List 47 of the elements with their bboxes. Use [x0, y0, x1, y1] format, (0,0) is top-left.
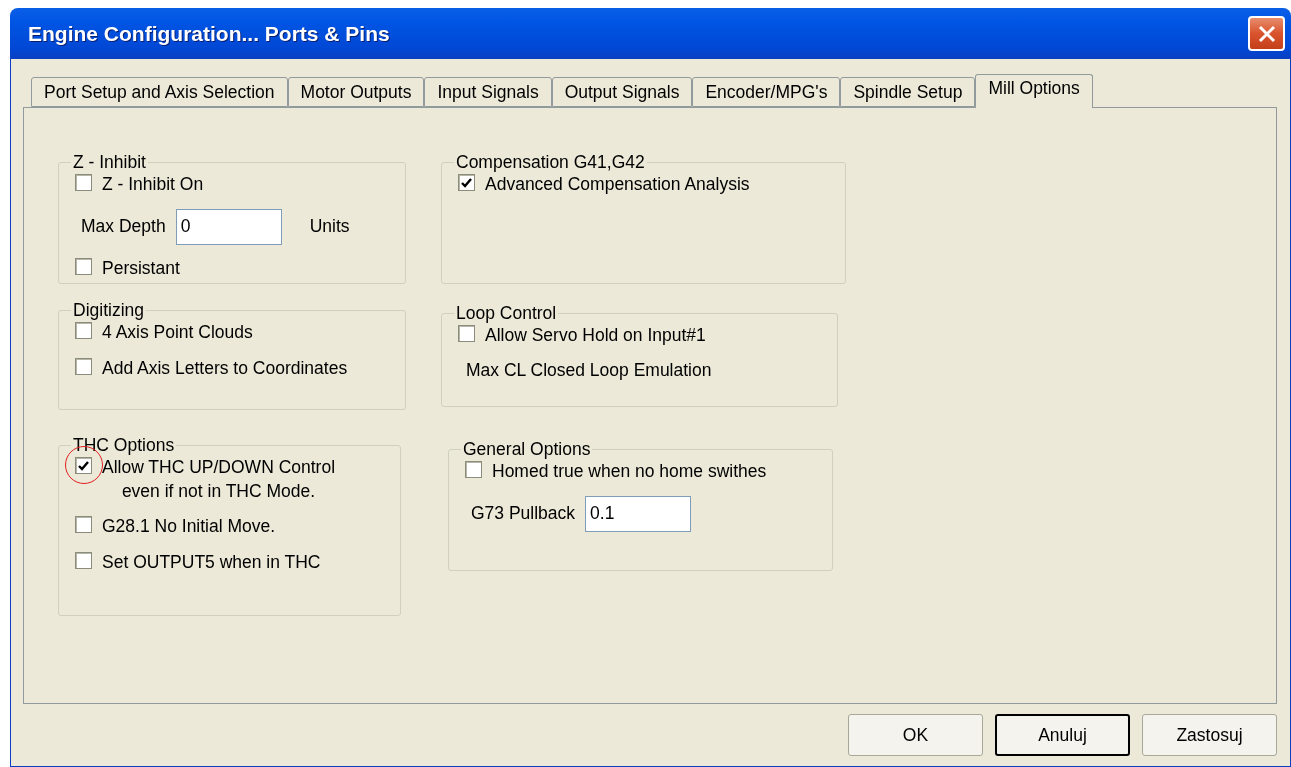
checkmark-icon [461, 177, 472, 188]
dialog-button[interactable]: Zastosuj [1142, 714, 1277, 756]
unit-label: Units [309, 216, 350, 238]
tab[interactable]: Mill Options [975, 74, 1093, 108]
checkbox-label: Set OUTPUT5 when in THC [102, 550, 321, 574]
tab[interactable]: Port Setup and Axis Selection [31, 77, 288, 107]
tab[interactable]: Input Signals [424, 77, 552, 107]
close-icon [1257, 24, 1276, 43]
checkbox-label: Z - Inhibit On [102, 173, 204, 196]
group-title: THC Options [72, 435, 176, 456]
checkbox[interactable] [75, 322, 92, 339]
input-field[interactable]: 0 [175, 208, 282, 245]
checkbox-label: Add Axis Letters to Coordinates [102, 356, 348, 380]
checkbox[interactable] [465, 461, 482, 478]
group-title: Z - Inhibit [72, 152, 147, 173]
dialog-button[interactable]: OK [848, 714, 983, 756]
checkbox[interactable] [75, 551, 92, 569]
checkbox[interactable] [458, 174, 475, 191]
checkbox-label: G28.1 No Initial Move. [102, 515, 276, 539]
tab[interactable]: Spindle Setup [840, 77, 976, 107]
checkbox[interactable] [75, 516, 92, 534]
window-title: Engine Configuration... Ports & Pins [28, 21, 390, 46]
checkbox-label: Advanced Compensation Analysis [485, 173, 750, 196]
input-field[interactable]: 0.1 [585, 495, 692, 532]
info-text: Max CL Closed Loop Emulation [466, 359, 712, 381]
field-label: G73 Pullback [471, 503, 576, 525]
tab[interactable]: Motor Outputs [287, 77, 425, 107]
tab[interactable]: Encoder/MPG's [692, 77, 841, 107]
group-title: Loop Control [455, 303, 558, 324]
checkbox[interactable] [75, 457, 92, 474]
dialog-button[interactable]: Anuluj [995, 714, 1130, 756]
checkbox[interactable] [75, 357, 92, 375]
checkbox-label: Allow THC UP/DOWN Control even if not in THC Mode. [102, 456, 336, 503]
checkbox-label: Homed true when no home swithes [492, 460, 767, 483]
checkbox[interactable] [458, 325, 475, 342]
field-label: Max Depth [81, 216, 166, 238]
checkbox[interactable] [75, 257, 92, 275]
group-title: Digitizing [72, 300, 145, 321]
checkbox-label: 4 Axis Point Clouds [102, 321, 253, 344]
tab[interactable]: Output Signals [551, 77, 693, 107]
close-button[interactable] [1248, 16, 1285, 51]
checkbox-label: Allow Servo Hold on Input#1 [485, 324, 706, 347]
group-title: General Options [462, 439, 592, 460]
checkmark-icon [78, 460, 89, 471]
checkbox[interactable] [75, 174, 92, 191]
group-title: Compensation G41,G42 [455, 152, 646, 173]
checkbox-label: Persistant [102, 256, 180, 280]
